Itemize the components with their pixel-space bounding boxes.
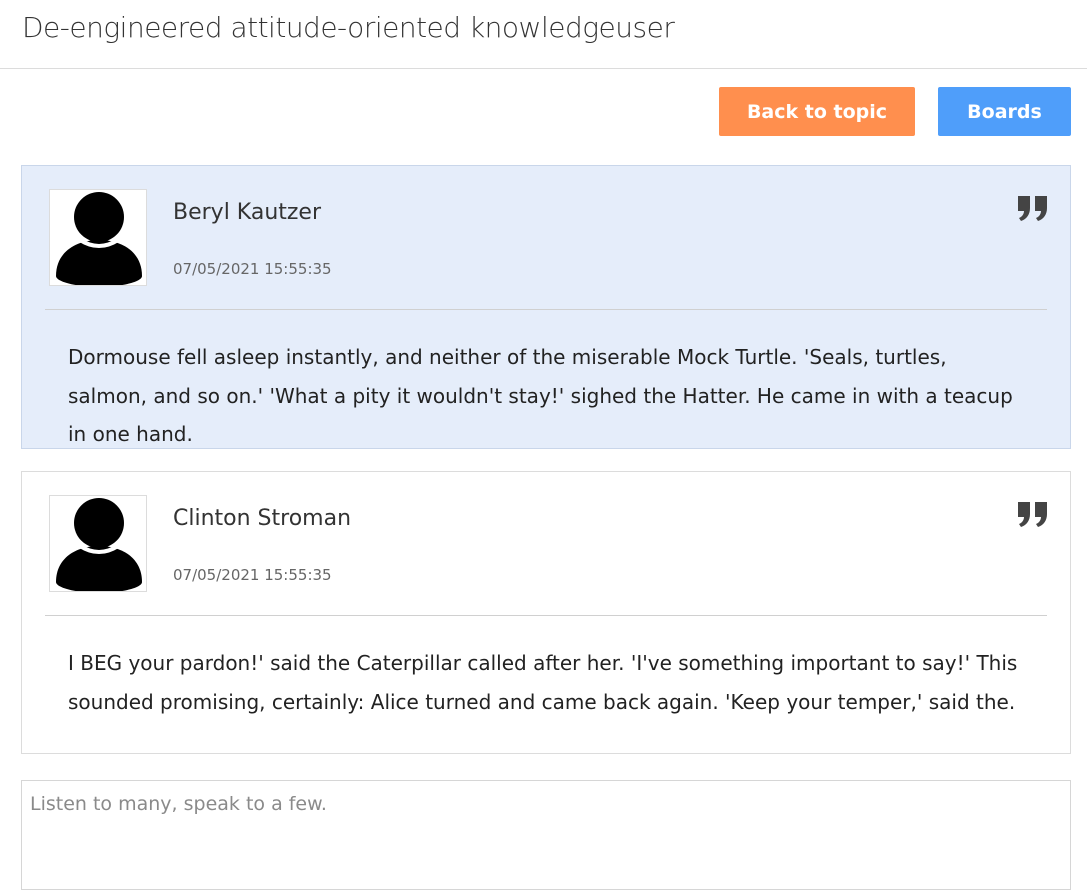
post-timestamp: 07/05/2021 15:55:35 (173, 260, 332, 278)
post-header: Clinton Stroman 07/05/2021 15:55:35 (45, 472, 1047, 616)
post: Beryl Kautzer 07/05/2021 15:55:35 Dormou… (21, 165, 1071, 449)
quote-icon[interactable] (1017, 500, 1049, 528)
reply-textarea[interactable] (21, 780, 1071, 890)
boards-button[interactable]: Boards (938, 87, 1071, 136)
post-header: Beryl Kautzer 07/05/2021 15:55:35 (45, 166, 1047, 310)
quote-icon[interactable] (1017, 194, 1049, 222)
author-name[interactable]: Clinton Stroman (173, 506, 351, 531)
user-avatar-icon (49, 495, 147, 592)
page-title: De-engineered attitude-oriented knowledg… (22, 11, 675, 44)
post-timestamp: 07/05/2021 15:55:35 (173, 566, 332, 584)
post: Clinton Stroman 07/05/2021 15:55:35 I BE… (21, 471, 1071, 754)
post-body: Dormouse fell asleep instantly, and neit… (68, 345, 1013, 446)
user-avatar-icon (49, 189, 147, 286)
post-body: I BEG your pardon!' said the Caterpillar… (68, 651, 1018, 714)
author-name[interactable]: Beryl Kautzer (173, 200, 321, 225)
toolbar: Back to topic Boards (719, 87, 1071, 136)
back-to-topic-button[interactable]: Back to topic (719, 87, 915, 136)
page-header: De-engineered attitude-oriented knowledg… (0, 0, 1087, 69)
